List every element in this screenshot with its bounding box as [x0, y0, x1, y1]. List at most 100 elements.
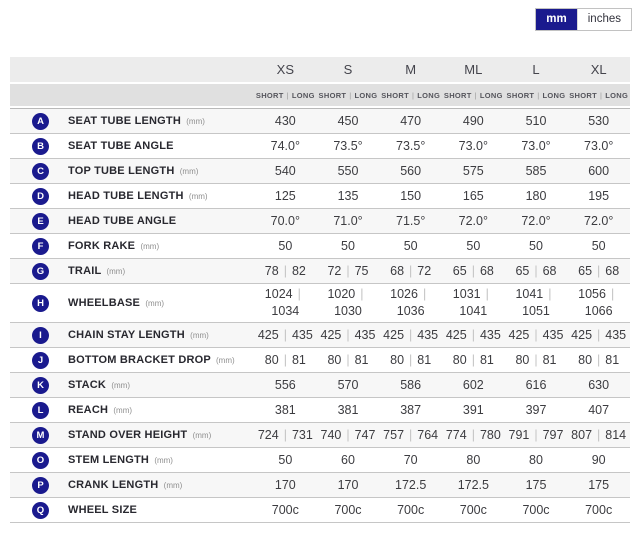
- row-letter-badge: I: [32, 327, 49, 344]
- geometry-rows: ASEAT TUBE LENGTH (mm)430450470490510530…: [10, 108, 630, 523]
- geometry-value: 1041|1051: [505, 284, 568, 322]
- row-label: HEAD TUBE ANGLE: [68, 213, 176, 230]
- geometry-value: 50: [442, 234, 505, 258]
- row-label: STAND OVER HEIGHT (mm): [68, 427, 211, 444]
- geometry-row-b: BSEAT TUBE ANGLE74.0°73.5°73.5°73.0°73.0…: [10, 134, 630, 159]
- row-letter-badge: K: [32, 377, 49, 394]
- geometry-value: 195: [567, 184, 630, 208]
- geometry-value: 71.0°: [317, 209, 380, 233]
- geometry-value: 616: [505, 373, 568, 397]
- size-header-ml: ML: [442, 57, 505, 82]
- geometry-value: 740|747: [317, 423, 380, 447]
- geometry-value: 74.0°: [254, 134, 317, 158]
- geometry-value: 78|82: [254, 259, 317, 283]
- geometry-value: 125: [254, 184, 317, 208]
- geometry-value: 425|435: [254, 323, 317, 347]
- geometry-value: 430: [254, 109, 317, 133]
- row-label: REACH (mm): [68, 402, 132, 419]
- row-letter-badge: D: [32, 188, 49, 205]
- size-header-s: S: [317, 57, 380, 82]
- fit-header-xs: SHORT|LONG: [254, 84, 317, 106]
- geometry-value: 700c: [379, 498, 442, 522]
- geometry-value: 791|797: [505, 423, 568, 447]
- geometry-row-q: QWHEEL SIZE700c700c700c700c700c700c: [10, 498, 630, 523]
- geometry-value: 425|435: [317, 323, 380, 347]
- row-label: HEAD TUBE LENGTH (mm): [68, 188, 208, 205]
- row-label-cell: PCRANK LENGTH (mm): [10, 473, 254, 497]
- geometry-value: 50: [317, 234, 380, 258]
- geometry-row-h: HWHEELBASE (mm)1024|10341020|10301026|10…: [10, 284, 630, 323]
- geometry-value: 80|81: [567, 348, 630, 372]
- geometry-value: 397: [505, 398, 568, 422]
- geometry-value: 700c: [442, 498, 505, 522]
- geometry-value: 757|764: [379, 423, 442, 447]
- geometry-value: 1020|1030: [317, 284, 380, 322]
- geometry-value: 68|72: [379, 259, 442, 283]
- geometry-value: 450: [317, 109, 380, 133]
- geometry-value: 1031|1041: [442, 284, 505, 322]
- geometry-value: 170: [254, 473, 317, 497]
- row-label-cell: D HEAD TUBE LENGTH (mm): [10, 184, 254, 208]
- row-label-cell: GTRAIL (mm): [10, 259, 254, 283]
- row-letter-badge: G: [32, 263, 49, 280]
- row-label-cell: J BOTTOM BRACKET DROP (mm): [10, 348, 254, 372]
- row-label: BOTTOM BRACKET DROP (mm): [68, 352, 235, 369]
- geometry-value: 586: [379, 373, 442, 397]
- row-letter-badge: E: [32, 213, 49, 230]
- geometry-row-a: ASEAT TUBE LENGTH (mm)430450470490510530: [10, 109, 630, 134]
- geometry-value: 80|81: [379, 348, 442, 372]
- geometry-row-e: EHEAD TUBE ANGLE70.0°71.0°71.5°72.0°72.0…: [10, 209, 630, 234]
- geometry-value: 80|81: [442, 348, 505, 372]
- row-label-cell: CTOP TUBE LENGTH (mm): [10, 159, 254, 183]
- geometry-row-o: OSTEM LENGTH (mm)506070808090: [10, 448, 630, 473]
- row-unit-label: (mm): [180, 167, 199, 176]
- geometry-value: 65|68: [505, 259, 568, 283]
- row-letter-badge: P: [32, 477, 49, 494]
- geometry-value: 80|81: [254, 348, 317, 372]
- geometry-row-c: CTOP TUBE LENGTH (mm)540550560575585600: [10, 159, 630, 184]
- unit-toggle: mm inches: [535, 8, 632, 31]
- row-label-cell: QWHEEL SIZE: [10, 498, 254, 522]
- geometry-value: 60: [317, 448, 380, 472]
- row-letter-badge: M: [32, 427, 49, 444]
- fit-header-m: SHORT|LONG: [379, 84, 442, 106]
- row-label: WHEELBASE (mm): [68, 295, 164, 312]
- geometry-value: 724|731: [254, 423, 317, 447]
- geometry-value: 70: [379, 448, 442, 472]
- geometry-value: 80|81: [317, 348, 380, 372]
- row-unit-label: (mm): [186, 117, 205, 126]
- geometry-value: 50: [254, 234, 317, 258]
- geometry-value: 70.0°: [254, 209, 317, 233]
- unit-inches-button[interactable]: inches: [577, 9, 631, 30]
- fit-header-xl: SHORT|LONG: [567, 84, 630, 106]
- geometry-value: 165: [442, 184, 505, 208]
- geometry-value: 530: [567, 109, 630, 133]
- row-label-cell: KSTACK (mm): [10, 373, 254, 397]
- row-label-cell: LREACH (mm): [10, 398, 254, 422]
- geometry-value: 570: [317, 373, 380, 397]
- row-unit-label: (mm): [216, 356, 235, 365]
- geometry-value: 470: [379, 109, 442, 133]
- geometry-value: 72|75: [317, 259, 380, 283]
- geometry-value: 73.5°: [317, 134, 380, 158]
- geometry-value: 1056|1066: [567, 284, 630, 322]
- unit-mm-button[interactable]: mm: [536, 9, 576, 30]
- geometry-value: 73.0°: [567, 134, 630, 158]
- fit-header-l: SHORT|LONG: [505, 84, 568, 106]
- geometry-value: 425|435: [567, 323, 630, 347]
- geometry-row-d: DHEAD TUBE LENGTH (mm)125135150165180195: [10, 184, 630, 209]
- geometry-value: 387: [379, 398, 442, 422]
- geometry-value: 425|435: [505, 323, 568, 347]
- size-header-xs: XS: [254, 57, 317, 82]
- geometry-value: 560: [379, 159, 442, 183]
- row-label-cell: BSEAT TUBE ANGLE: [10, 134, 254, 158]
- geometry-value: 425|435: [379, 323, 442, 347]
- size-header-m: M: [379, 57, 442, 82]
- row-letter-badge: A: [32, 113, 49, 130]
- geometry-value: 407: [567, 398, 630, 422]
- row-unit-label: (mm): [145, 299, 164, 308]
- row-letter-badge: J: [32, 352, 49, 369]
- geometry-row-j: JBOTTOM BRACKET DROP (mm)80|8180|8180|81…: [10, 348, 630, 373]
- row-label: WHEEL SIZE: [68, 502, 137, 519]
- geometry-value: 72.0°: [442, 209, 505, 233]
